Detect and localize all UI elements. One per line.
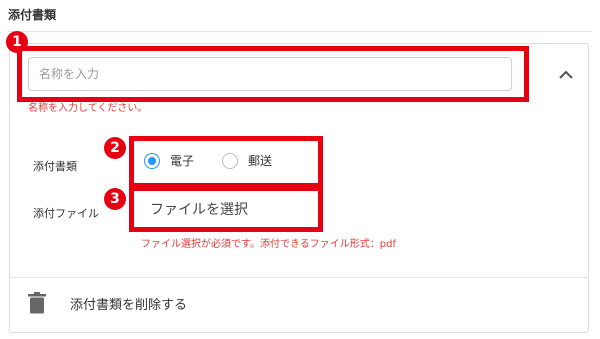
card-divider: [10, 277, 588, 278]
annotation-badge-2: 2: [104, 137, 126, 159]
section-title: 添付書類: [8, 8, 57, 22]
annotation-box-1: [17, 46, 529, 102]
delete-attachment-button[interactable]: 添付書類を削除する: [28, 292, 187, 314]
document-type-label: 添付書類: [33, 160, 77, 173]
annotation-badge-3: 3: [104, 188, 126, 210]
trash-icon: [28, 292, 46, 314]
annotation-badge-1: 1: [6, 31, 28, 53]
file-error-message: ファイル選択が必須です。添付できるファイル形式：pdf: [141, 239, 397, 250]
chevron-up-icon: [559, 70, 573, 79]
annotation-box-3: [129, 186, 323, 232]
attachment-file-label: 添付ファイル: [33, 207, 99, 220]
collapse-button[interactable]: [554, 62, 578, 86]
section-divider: [8, 31, 592, 32]
delete-attachment-label: 添付書類を削除する: [70, 297, 188, 313]
annotation-box-2: [129, 136, 323, 188]
